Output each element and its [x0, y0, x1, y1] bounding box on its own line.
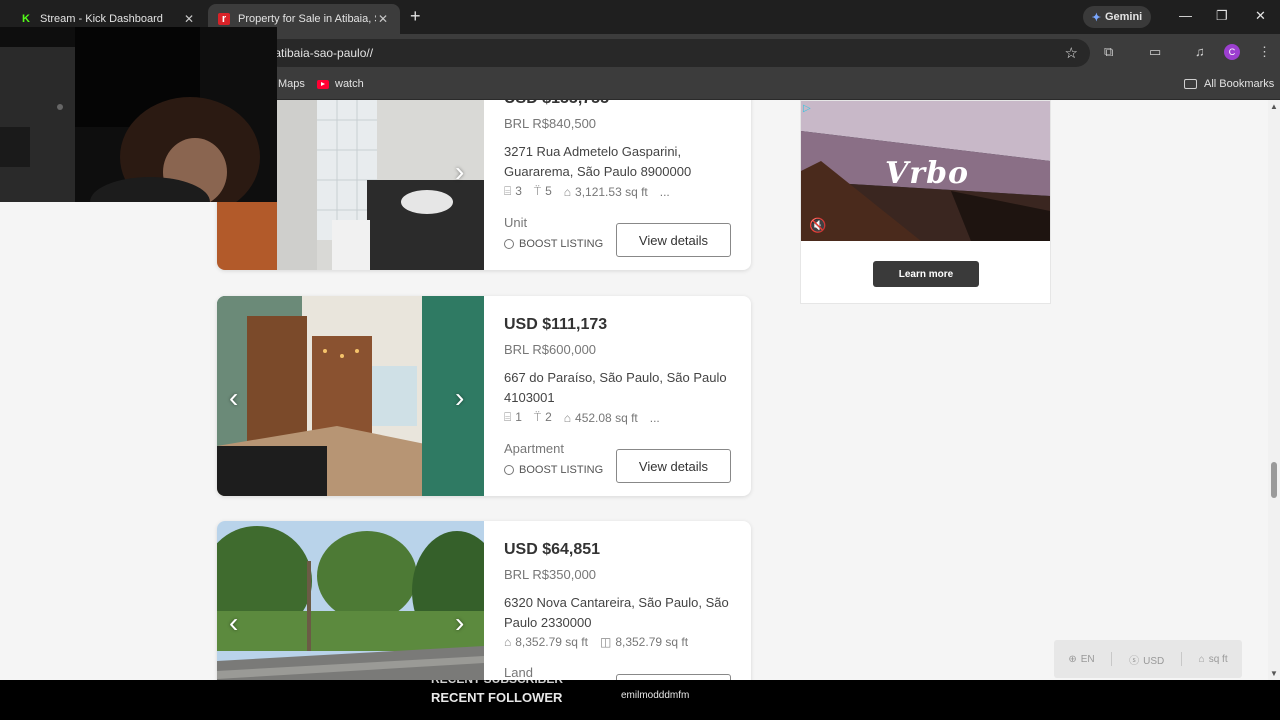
prev-photo-chevron-icon[interactable]: ‹ — [229, 382, 238, 414]
kick-icon: K — [22, 13, 30, 25]
next-photo-chevron-icon[interactable]: › — [455, 156, 464, 188]
bed-icon: ⌸ — [504, 184, 512, 198]
area-icon: ⌂ — [504, 635, 512, 649]
scroll-thumb[interactable] — [1271, 462, 1277, 498]
folder-icon — [1184, 79, 1197, 89]
tab-title: Property for Sale in Atibaia, São — [238, 13, 376, 25]
listing-card[interactable]: ‹ › USD $64,851 BRL R$350,000 6320 Nova … — [217, 521, 751, 680]
locale-settings[interactable]: ⊕ EN ⓢ USD ⌂ sq ft — [1054, 640, 1242, 678]
tab-title: Stream - Kick Dashboard — [40, 13, 163, 25]
recent-follower-name: emilmodddmfm — [621, 690, 690, 701]
advertisement[interactable]: ▷ Vrbo 🔇 Learn more — [800, 100, 1051, 304]
close-icon[interactable]: ✕ — [182, 12, 196, 26]
area-icon: ⌂ — [563, 410, 572, 425]
listing-photo[interactable]: ‹ › — [217, 296, 484, 496]
currency-icon: ⓢ — [1129, 655, 1140, 667]
page-scrollbar[interactable]: ▲ ▼ — [1268, 100, 1280, 680]
realtor-icon: r — [218, 13, 230, 25]
mute-icon[interactable]: 🔇 — [809, 217, 826, 234]
gemini-icon: ✦ — [1091, 11, 1101, 24]
bookmark-watch[interactable]: watch — [317, 78, 364, 90]
scroll-up-icon[interactable]: ▲ — [1270, 102, 1278, 111]
more-features: ... — [659, 184, 670, 199]
listing-card[interactable]: › USD $155,755 BRL R$840,500 3271 Rua Ad… — [217, 100, 751, 270]
bookmark-star-icon[interactable]: ☆ — [1065, 44, 1078, 62]
more-features: ... — [649, 410, 660, 425]
price-brl: BRL R$840,500 — [504, 116, 597, 131]
price-usd: USD $111,173 — [504, 316, 608, 333]
cast-icon[interactable]: ▭ — [1149, 44, 1161, 60]
stream-overlay-bar: RECENT SUBSCRIBER RECENT FOLLOWER emilmo… — [0, 680, 1280, 720]
property-type: Unit — [504, 215, 528, 230]
price-brl: BRL R$350,000 — [504, 567, 597, 582]
vrbo-logo: Vrbo — [885, 156, 970, 191]
view-details-button[interactable]: View details — [616, 449, 731, 483]
listing-address[interactable]: 667 do Paraíso, São Paulo, São Paulo 410… — [504, 368, 734, 408]
new-tab-button[interactable]: + — [410, 6, 421, 27]
language-setting[interactable]: ⊕ EN — [1068, 654, 1094, 665]
price-usd: USD $64,851 — [504, 541, 601, 558]
minimize-icon[interactable]: — — [1179, 8, 1192, 23]
currency-setting[interactable]: ⓢ USD — [1129, 652, 1164, 667]
bed-icon: ⌸ — [504, 410, 512, 424]
bookmark-maps[interactable]: Maps — [278, 78, 305, 90]
boost-listing-link[interactable]: BOOST LISTING — [504, 238, 603, 250]
globe-icon: ⊕ — [1068, 653, 1077, 665]
listing-photo[interactable]: ‹ › — [217, 521, 484, 680]
price-brl: BRL R$600,000 — [504, 342, 597, 357]
bath-icon: ⍡ — [533, 410, 542, 424]
listing-address[interactable]: 6320 Nova Cantareira, São Paulo, São Pau… — [504, 593, 734, 633]
listing-features: ⌸ 3 ⍡ 5 ⌂ 3,121.53 sq ft ... — [504, 184, 670, 199]
restore-icon[interactable]: ❐ — [1216, 8, 1228, 24]
listing-card[interactable]: ‹ › USD $111,173 BRL R$600,000 667 do Pa… — [217, 296, 751, 496]
unit-setting[interactable]: ⌂ sq ft — [1199, 654, 1228, 665]
property-type: Apartment — [504, 441, 564, 456]
ad-image[interactable]: ▷ Vrbo 🔇 — [801, 101, 1050, 241]
boost-icon — [504, 239, 514, 249]
divider — [1111, 652, 1113, 666]
gemini-button[interactable]: ✦ Gemini — [1083, 6, 1151, 28]
profile-avatar[interactable]: C — [1224, 44, 1240, 60]
gemini-label: Gemini — [1104, 11, 1143, 23]
media-control-icon[interactable]: ♫ — [1195, 44, 1205, 59]
webcam-overlay — [0, 27, 277, 202]
bath-icon: ⍡ — [533, 184, 542, 198]
boost-listing-link[interactable]: BOOST LISTING — [504, 464, 603, 476]
learn-more-button[interactable]: Learn more — [873, 261, 979, 287]
youtube-icon — [317, 79, 329, 89]
scroll-down-icon[interactable]: ▼ — [1270, 669, 1278, 678]
address-bar[interactable]: /atibaia-sao-paulo// ☆ — [265, 39, 1090, 67]
property-type: Land — [504, 665, 533, 680]
close-window-icon[interactable]: ✕ — [1255, 8, 1266, 24]
recent-follower-label: RECENT FOLLOWER — [431, 690, 563, 705]
listing-features: ⌂ 8,352.79 sq ft ◫ 8,352.79 sq ft — [504, 635, 689, 649]
next-photo-chevron-icon[interactable]: › — [455, 607, 464, 639]
extensions-icon[interactable]: ⧉ — [1104, 44, 1113, 60]
all-bookmarks[interactable]: All Bookmarks — [1184, 78, 1274, 90]
close-icon[interactable]: ✕ — [376, 12, 390, 26]
area-unit-icon: ⌂ — [1198, 653, 1205, 665]
boost-icon — [504, 465, 514, 475]
prev-photo-chevron-icon[interactable]: ‹ — [229, 607, 238, 639]
lot-size-icon: ◫ — [599, 635, 612, 649]
listing-address[interactable]: 3271 Rua Admetelo Gasparini, Guararema, … — [504, 142, 734, 182]
view-details-button[interactable]: View details — [616, 223, 731, 257]
divider — [1180, 652, 1182, 666]
next-photo-chevron-icon[interactable]: › — [455, 382, 464, 414]
area-icon: ⌂ — [563, 184, 572, 199]
ad-choices-icon[interactable]: ▷ — [803, 103, 811, 114]
menu-icon[interactable]: ⋮ — [1258, 44, 1271, 60]
url-text: /atibaia-sao-paulo// — [271, 46, 374, 60]
price-usd: USD $155,755 — [504, 100, 609, 108]
listing-features: ⌸ 1 ⍡ 2 ⌂ 452.08 sq ft ... — [504, 410, 660, 425]
